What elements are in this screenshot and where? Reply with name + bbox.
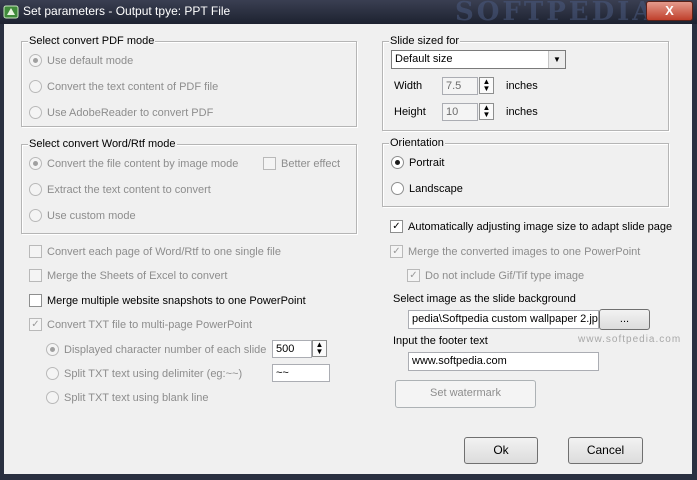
app-icon	[3, 5, 19, 19]
background-path-input[interactable]: pedia\Softpedia custom wallpaper 2.jpg	[408, 310, 599, 329]
footer-label: Input the footer text	[393, 335, 488, 347]
checkbox[interactable]: ✓	[390, 220, 403, 233]
word-option-label: Extract the text content to convert	[47, 183, 211, 196]
word-option-image[interactable]: Convert the file content by image mode	[29, 157, 238, 170]
convert-txt-checkbox[interactable]: ✓ Convert TXT file to multi-page PowerPo…	[29, 318, 252, 331]
merge-excel-checkbox[interactable]: Merge the Sheets of Excel to convert	[29, 269, 227, 282]
txt-delim-radio[interactable]: Split TXT text using delimiter (eg:~~)	[46, 367, 242, 380]
height-unit: inches	[506, 106, 538, 118]
slide-size-group: Slide sized for Default size ▼ Width 7.5…	[382, 35, 669, 131]
txt-delim-label: Split TXT text using delimiter (eg:~~)	[64, 367, 243, 380]
checkbox[interactable]	[29, 245, 42, 258]
word-option-label: Use custom mode	[47, 209, 136, 222]
height-spinner[interactable]: ▲ ▼	[479, 103, 494, 120]
radio-button[interactable]	[46, 391, 59, 404]
merge-images-checkbox[interactable]: ✓ Merge the converted images to one Powe…	[390, 245, 640, 258]
radio-button[interactable]	[29, 54, 42, 67]
width-unit: inches	[506, 80, 538, 92]
window-frame-right	[692, 0, 697, 480]
radio-button[interactable]	[391, 182, 404, 195]
orientation-group: Orientation Portrait Landscape	[382, 137, 669, 207]
radio-button[interactable]	[29, 157, 42, 170]
better-effect-label: Better effect	[281, 157, 341, 170]
word-mode-title: Select convert Word/Rtf mode	[28, 138, 177, 150]
word-option-custom[interactable]: Use custom mode	[29, 209, 136, 222]
width-spinner[interactable]: ▲ ▼	[479, 77, 494, 94]
word-option-extract[interactable]: Extract the text content to convert	[29, 183, 211, 196]
radio-button[interactable]	[46, 343, 59, 356]
txt-chars-radio[interactable]: Displayed character number of each slide	[46, 343, 266, 356]
txt-blank-label: Split TXT text using blank line	[64, 391, 209, 404]
radio-button[interactable]	[29, 80, 42, 93]
footer-text-input[interactable]: www.softpedia.com	[408, 352, 599, 371]
width-label: Width	[394, 80, 423, 92]
chevron-down-icon[interactable]: ▼	[548, 51, 565, 68]
height-label: Height	[394, 106, 426, 118]
slide-size-select[interactable]: Default size ▼	[391, 50, 566, 69]
radio-button[interactable]	[391, 156, 404, 169]
slide-size-value: Default size	[395, 53, 453, 65]
pdf-option-label: Convert the text content of PDF file	[47, 80, 219, 93]
landscape-radio[interactable]: Landscape	[391, 182, 463, 195]
pdf-option-default[interactable]: Use default mode	[29, 54, 133, 67]
merge-images-label: Merge the converted images to one PowerP…	[408, 245, 641, 258]
merge-web-label: Merge multiple website snapshots to one …	[47, 294, 306, 307]
chars-spinner[interactable]: ▲ ▼	[312, 340, 327, 357]
window-title: Set parameters - Output tpye: PPT File	[23, 4, 231, 18]
no-gif-label: Do not include Gif/Tif type image	[425, 269, 585, 282]
pdf-option-label: Use AdobeReader to convert PDF	[47, 106, 214, 119]
portrait-label: Portrait	[409, 156, 445, 169]
word-mode-group: Select convert Word/Rtf mode Convert the…	[21, 138, 357, 234]
pdf-option-adobe[interactable]: Use AdobeReader to convert PDF	[29, 106, 213, 119]
softpedia-watermark: SOFTPEDIA	[455, 0, 656, 27]
set-watermark-button[interactable]: Set watermark	[395, 380, 536, 408]
txt-chars-label: Displayed character number of each slide	[64, 343, 267, 356]
width-input[interactable]: 7.5	[442, 77, 478, 95]
slide-size-title: Slide sized for	[389, 35, 461, 47]
auto-adjust-label: Automatically adjusting image size to ad…	[408, 220, 673, 233]
txt-blank-radio[interactable]: Split TXT text using blank line	[46, 391, 209, 404]
cancel-button[interactable]: Cancel	[568, 437, 643, 464]
pdf-mode-group: Select convert PDF mode Use default mode…	[21, 35, 357, 127]
checkbox[interactable]	[263, 157, 276, 170]
convert-txt-label: Convert TXT file to multi-page PowerPoin…	[47, 318, 253, 331]
word-option-label: Convert the file content by image mode	[47, 157, 239, 170]
pdf-option-label: Use default mode	[47, 54, 134, 67]
window-frame-bottom	[0, 474, 697, 480]
chars-per-slide-input[interactable]: 500	[272, 340, 312, 358]
checkbox[interactable]	[29, 294, 42, 307]
portrait-radio[interactable]: Portrait	[391, 156, 444, 169]
no-gif-checkbox[interactable]: ✓ Do not include Gif/Tif type image	[407, 269, 584, 282]
checkbox[interactable]: ✓	[390, 245, 403, 258]
radio-button[interactable]	[29, 183, 42, 196]
height-input[interactable]: 10	[442, 103, 478, 121]
title-bar[interactable]: Set parameters - Output tpye: PPT File S…	[0, 0, 697, 27]
checkbox[interactable]	[29, 269, 42, 282]
auto-adjust-checkbox[interactable]: ✓ Automatically adjusting image size to …	[390, 220, 672, 233]
background-label: Select image as the slide background	[393, 293, 576, 305]
checkbox[interactable]: ✓	[407, 269, 420, 282]
landscape-label: Landscape	[409, 182, 463, 195]
each-page-label: Convert each page of Word/Rtf to one sin…	[47, 245, 281, 258]
browse-button[interactable]: ...	[599, 309, 650, 330]
orientation-title: Orientation	[389, 137, 445, 149]
close-button[interactable]: X	[646, 1, 693, 21]
better-effect-checkbox[interactable]: Better effect	[263, 157, 340, 170]
ok-button[interactable]: Ok	[464, 437, 538, 464]
merge-excel-label: Merge the Sheets of Excel to convert	[47, 269, 228, 282]
pdf-option-text[interactable]: Convert the text content of PDF file	[29, 80, 218, 93]
each-page-checkbox[interactable]: Convert each page of Word/Rtf to one sin…	[29, 245, 281, 258]
radio-button[interactable]	[46, 367, 59, 380]
radio-button[interactable]	[29, 209, 42, 222]
merge-web-checkbox[interactable]: Merge multiple website snapshots to one …	[29, 294, 306, 307]
softpedia-url-watermark: www.softpedia.com	[578, 334, 682, 345]
checkbox[interactable]: ✓	[29, 318, 42, 331]
pdf-mode-title: Select convert PDF mode	[28, 35, 156, 47]
radio-button[interactable]	[29, 106, 42, 119]
window-frame-left	[0, 0, 4, 480]
delimiter-input[interactable]: ~~	[272, 364, 330, 382]
